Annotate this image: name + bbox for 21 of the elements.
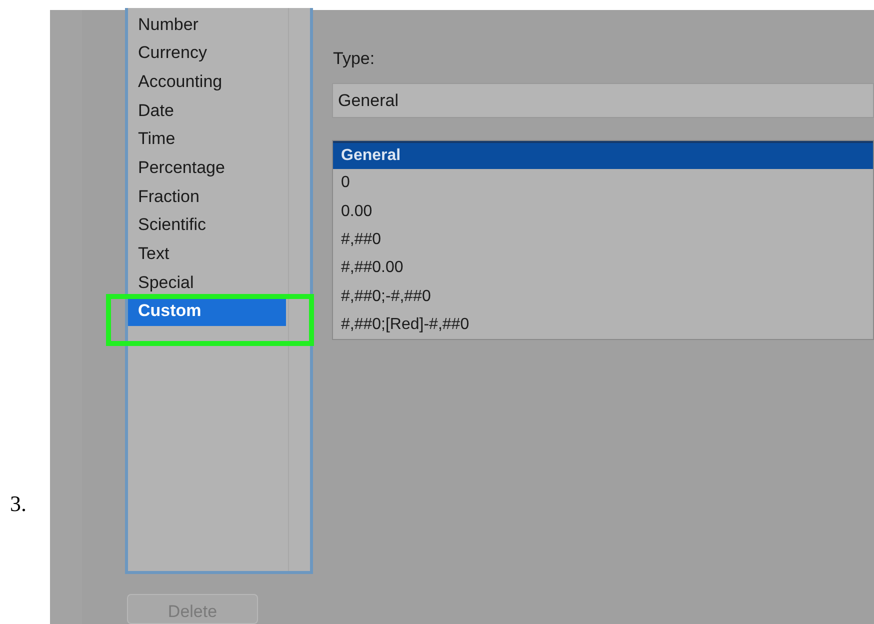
format-item[interactable]: #,##0;[Red]-#,##0 bbox=[333, 310, 873, 339]
category-item[interactable]: Time bbox=[128, 124, 288, 154]
category-item[interactable]: Scientific bbox=[128, 210, 288, 240]
format-item[interactable]: #,##0;-#,##0 bbox=[333, 282, 873, 311]
category-item[interactable]: Currency bbox=[128, 38, 288, 68]
format-item[interactable]: 0.00 bbox=[333, 198, 873, 226]
format-item[interactable]: General bbox=[333, 141, 873, 170]
category-item[interactable]: Fraction bbox=[128, 182, 288, 211]
category-item[interactable]: Date bbox=[128, 96, 288, 125]
step-number: 3. bbox=[10, 490, 26, 518]
category-item[interactable]: Custom bbox=[128, 296, 286, 326]
format-item[interactable]: #,##0 bbox=[333, 226, 873, 254]
category-item[interactable]: Accounting bbox=[128, 67, 288, 96]
type-field[interactable]: General bbox=[332, 83, 874, 118]
format-item[interactable]: 0 bbox=[333, 169, 873, 198]
category-item[interactable]: Number bbox=[128, 10, 288, 39]
category-item[interactable]: Special bbox=[128, 268, 288, 297]
category-item[interactable]: Text bbox=[128, 240, 288, 268]
category-item[interactable]: Percentage bbox=[128, 153, 288, 182]
format-item[interactable]: #,##0.00 bbox=[333, 254, 873, 282]
type-label: Type: bbox=[333, 48, 376, 70]
